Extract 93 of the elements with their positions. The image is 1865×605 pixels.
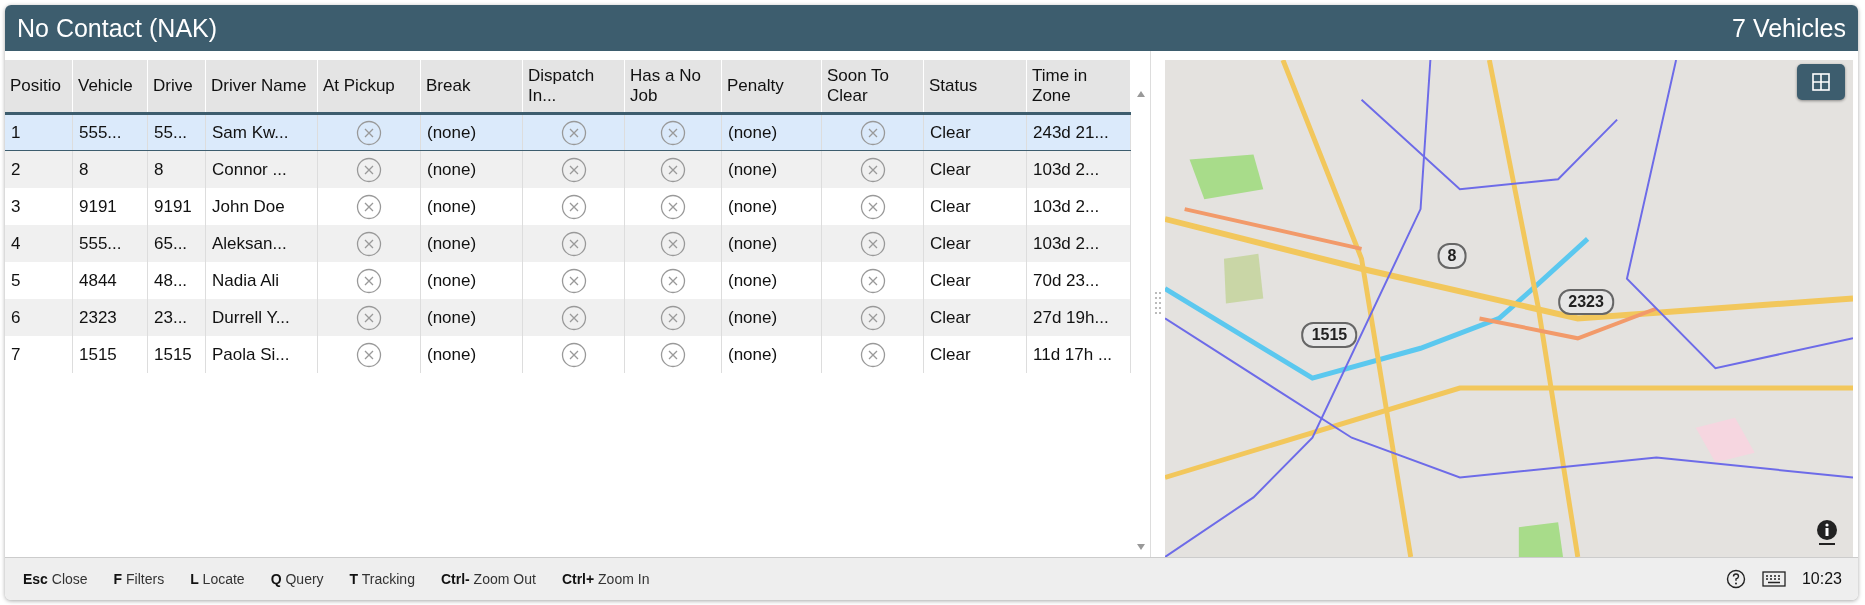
position-cell: 2 xyxy=(11,159,21,180)
time-in-zone-cell: 11d 17h ... xyxy=(1033,344,1113,365)
clock-time: 10:23 xyxy=(1801,570,1842,588)
driver-cell: 55... xyxy=(154,122,188,143)
help-icon[interactable] xyxy=(1725,569,1746,589)
penalty-cell: (none) xyxy=(728,122,778,143)
column-header[interactable]: Status xyxy=(924,60,1027,112)
scroll-up-icon[interactable] xyxy=(1135,90,1146,98)
driver-name-cell: Aleksan... xyxy=(212,233,287,254)
shortcut-hint: F Filters xyxy=(113,571,165,587)
vehicle-cell: 9191 xyxy=(79,196,117,217)
vehicle-cell: 8 xyxy=(79,159,89,180)
position-cell: 3 xyxy=(11,196,21,217)
position-cell: 7 xyxy=(11,344,21,365)
splitter-handle-icon[interactable] xyxy=(1155,292,1161,316)
time-in-zone-cell: 103d 2... xyxy=(1033,159,1100,180)
time-in-zone-cell: 70d 23... xyxy=(1033,270,1100,291)
info-icon[interactable] xyxy=(1815,519,1839,547)
grid-icon xyxy=(1811,72,1831,92)
column-header[interactable]: Driver Name xyxy=(206,60,318,112)
penalty-cell: (none) xyxy=(728,233,778,254)
driver-name-cell: Durrell Y... xyxy=(212,307,290,328)
shortcut-hint: Ctrl- Zoom Out xyxy=(440,571,536,587)
time-in-zone-cell: 243d 21... xyxy=(1033,122,1109,143)
position-cell: 6 xyxy=(11,307,21,328)
break-cell: (none) xyxy=(427,344,477,365)
vehicle-cell: 555... xyxy=(79,233,122,254)
vehicle-cell: 1515 xyxy=(79,344,117,365)
penalty-cell: (none) xyxy=(728,270,778,291)
penalty-cell: (none) xyxy=(728,344,778,365)
column-header[interactable]: Drive xyxy=(148,60,206,112)
driver-cell: 9191 xyxy=(154,196,192,217)
table-row[interactable]: 4 555... 65... Aleksan... (none) (none) Clear 103d 2... xyxy=(5,225,1131,262)
table-row[interactable]: 1 555... 55... Sam Kw... (none) (none) Clear 243d 21... xyxy=(5,114,1131,151)
driver-cell: 8 xyxy=(154,159,164,180)
break-cell: (none) xyxy=(427,270,477,291)
column-header[interactable]: Soon To Clear xyxy=(822,60,924,112)
penalty-cell: (none) xyxy=(728,196,778,217)
driver-cell: 48... xyxy=(154,270,188,291)
vehicle-cell: 2323 xyxy=(79,307,117,328)
status-cell: Clear xyxy=(930,307,971,328)
time-in-zone-cell: 103d 2... xyxy=(1033,233,1100,254)
driver-name-cell: Paola Si... xyxy=(212,344,290,365)
status-cell: Clear xyxy=(930,270,971,291)
column-header[interactable]: At Pickup xyxy=(318,60,421,112)
position-cell: 1 xyxy=(11,122,21,143)
vehicle-cell: 555... xyxy=(79,122,122,143)
status-cell: Clear xyxy=(930,159,971,180)
vehicle-pin[interactable]: 2323 xyxy=(1558,289,1614,316)
layout-button[interactable] xyxy=(1797,64,1845,100)
column-header[interactable]: Has a No Job xyxy=(625,60,722,112)
column-header[interactable]: Dispatch In... xyxy=(523,60,625,112)
shortcut-hint: L Locate xyxy=(190,571,245,587)
break-cell: (none) xyxy=(427,233,477,254)
status-cell: Clear xyxy=(930,196,971,217)
table-row[interactable]: 2 8 8 Connor ... (none) (none) Clear 103d 2... xyxy=(5,151,1131,188)
driver-cell: 1515 xyxy=(154,344,192,365)
column-header[interactable]: Positio xyxy=(5,60,73,112)
status-cell: Clear xyxy=(930,122,971,143)
time-in-zone-cell: 27d 19h... xyxy=(1033,307,1109,328)
driver-cell: 23... xyxy=(154,307,188,328)
break-cell: (none) xyxy=(427,159,477,180)
shortcut-hint: T Tracking xyxy=(349,571,415,587)
window-title: No Contact (NAK) xyxy=(17,13,218,43)
position-cell: 4 xyxy=(11,233,21,254)
time-in-zone-cell: 103d 2... xyxy=(1033,196,1100,217)
break-cell: (none) xyxy=(427,196,477,217)
column-header[interactable]: Penalty xyxy=(722,60,822,112)
column-header[interactable]: Break xyxy=(421,60,523,112)
vehicle-count: 7 Vehicles xyxy=(1732,13,1846,43)
break-cell: (none) xyxy=(427,307,477,328)
driver-name-cell: Nadia Ali xyxy=(212,270,280,291)
column-header[interactable]: Time in Zone xyxy=(1027,60,1131,112)
scroll-down-icon[interactable] xyxy=(1135,543,1146,551)
vehicle-cell: 4844 xyxy=(79,270,117,291)
penalty-cell: (none) xyxy=(728,159,778,180)
shortcut-hint: Esc Close xyxy=(23,571,88,587)
driver-name-cell: John Doe xyxy=(212,196,285,217)
table-row[interactable]: 6 2323 23... Durrell Y... (none) (none) Clear 27d 19h... xyxy=(5,299,1131,336)
position-cell: 5 xyxy=(11,270,21,291)
shortcut-hint: Q Query xyxy=(270,571,324,587)
driver-cell: 65... xyxy=(154,233,188,254)
penalty-cell: (none) xyxy=(728,307,778,328)
column-header[interactable]: Vehicle xyxy=(73,60,148,112)
driver-name-cell: Sam Kw... xyxy=(212,122,289,143)
driver-name-cell: Connor ... xyxy=(212,159,287,180)
keyboard-icon[interactable] xyxy=(1761,571,1786,587)
vehicle-pin[interactable]: 1515 xyxy=(1301,322,1358,349)
status-cell: Clear xyxy=(930,344,971,365)
status-cell: Clear xyxy=(930,233,971,254)
table-row[interactable]: 7 1515 1515 Paola Si... (none) (none) Clear 11d 17h ... xyxy=(5,336,1131,373)
break-cell: (none) xyxy=(427,122,477,143)
shortcut-hint: Ctrl+ Zoom In xyxy=(561,571,650,587)
